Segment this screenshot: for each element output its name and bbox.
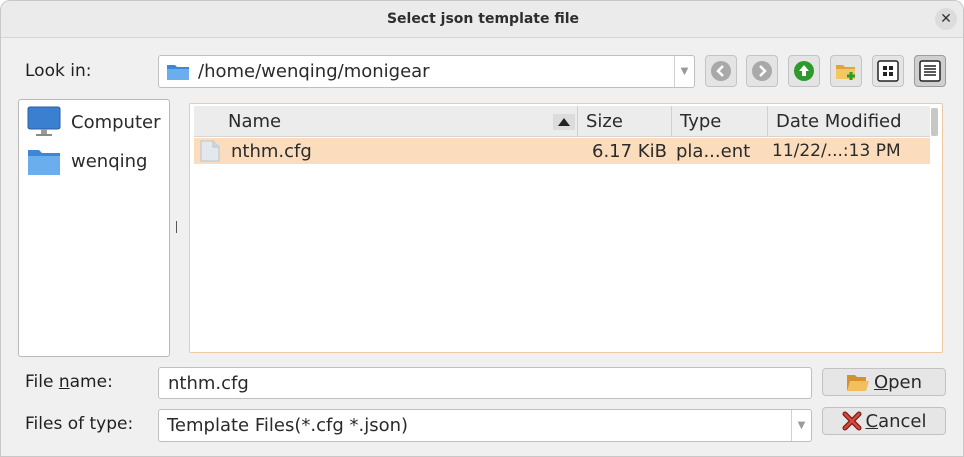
new-folder-icon — [836, 65, 855, 80]
cancel-button[interactable]: Cancel — [822, 407, 946, 435]
table-row[interactable]: nthm.cfg 6.17 KiB pla...ent 11/22/...:13… — [194, 138, 930, 164]
file-name-label: File name: — [25, 372, 113, 392]
column-header-size[interactable]: Size — [578, 106, 672, 137]
close-icon: ✕ — [940, 11, 952, 27]
cancel-x-icon — [842, 411, 862, 431]
look-in-label: Look in: — [25, 61, 92, 81]
file-size-cell: 6.17 KiB — [592, 140, 667, 162]
dialog-title: Select json template file — [386, 11, 580, 27]
open-folder-icon — [846, 371, 870, 393]
new-folder-button[interactable] — [830, 55, 862, 87]
file-list-header: Name Size Type Date Modified — [194, 106, 930, 137]
file-type-cell: pla...ent — [676, 140, 751, 162]
arrow-right-icon — [752, 61, 772, 81]
open-button[interactable]: Open — [822, 368, 946, 396]
parent-directory-button[interactable] — [788, 55, 820, 87]
files-of-type-combobox[interactable]: Template Files(*.cfg *.json) ▼ — [158, 409, 812, 442]
grid-icon — [877, 60, 899, 82]
detail-view-button[interactable] — [914, 55, 946, 87]
sidebar-item-label: wenqing — [71, 150, 148, 172]
arrow-up-icon — [794, 61, 814, 81]
file-date-cell: 11/22/...:13 PM — [772, 141, 901, 161]
file-icon — [200, 138, 220, 164]
detail-list-icon — [919, 60, 941, 82]
look-in-path: /home/wenqing/monigear — [198, 61, 430, 82]
splitter-handle[interactable] — [176, 221, 178, 233]
column-header-date-modified[interactable]: Date Modified — [768, 106, 930, 137]
dropdown-arrow-icon[interactable]: ▼ — [791, 410, 811, 441]
folder-icon — [28, 150, 60, 175]
sidebar-item-wenqing[interactable]: wenqing — [27, 146, 147, 176]
file-name-input[interactable]: nthm.cfg — [158, 367, 812, 399]
dropdown-arrow-icon[interactable]: ▼ — [674, 56, 694, 87]
column-header-type[interactable]: Type — [672, 106, 768, 137]
sidebar-item-label: Computer — [71, 111, 161, 133]
files-of-type-label: Files of type: — [25, 414, 134, 434]
forward-button[interactable] — [746, 55, 778, 87]
look-in-combobox[interactable]: /home/wenqing/monigear ▼ — [158, 55, 695, 88]
sort-ascending-icon — [553, 114, 575, 130]
computer-icon — [27, 106, 61, 136]
list-view-button[interactable] — [872, 55, 904, 87]
file-dialog: Select json template file ✕ Look in: /ho… — [0, 0, 964, 457]
file-name-cell: nthm.cfg — [231, 140, 312, 162]
folder-icon — [166, 62, 190, 81]
sidebar-item-computer[interactable]: Computer — [27, 106, 160, 138]
titlebar: Select json template file ✕ — [1, 1, 963, 38]
places-sidebar: Computer wenqing — [18, 99, 170, 357]
arrow-left-icon — [711, 61, 731, 81]
back-button[interactable] — [705, 55, 737, 87]
close-button[interactable]: ✕ — [935, 8, 957, 30]
column-header-name[interactable]: Name — [194, 106, 578, 137]
scrollbar[interactable] — [931, 108, 938, 136]
file-list[interactable]: Name Size Type Date Modified nthm.cfg 6.… — [189, 103, 943, 353]
